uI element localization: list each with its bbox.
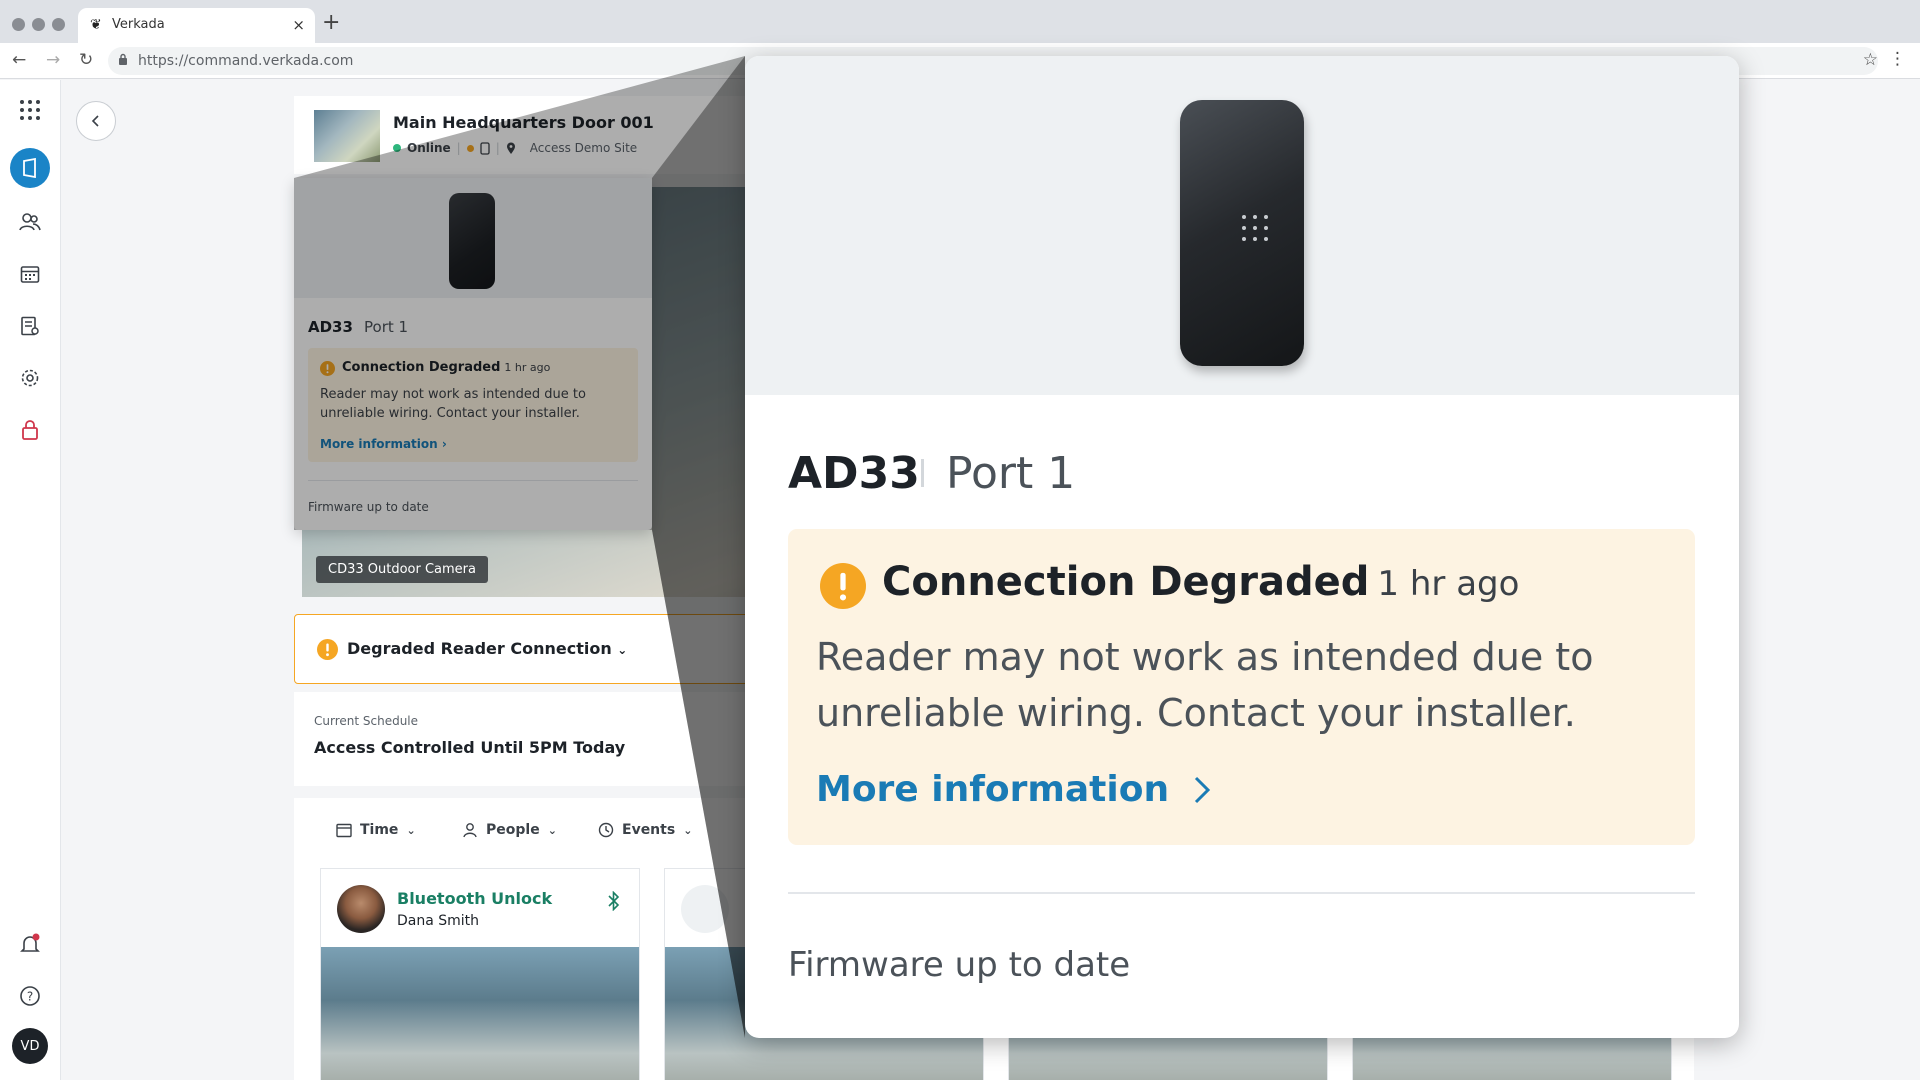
camera-label[interactable]: CD33 Outdoor Camera — [316, 556, 488, 583]
events-clock-icon — [598, 822, 614, 838]
reader-device-image — [449, 193, 495, 289]
user-avatar[interactable]: VD — [12, 1028, 48, 1064]
firmware-status: Firmware up to date — [308, 500, 429, 514]
more-information-link[interactable]: More information — [816, 769, 1211, 810]
apps-grid-icon[interactable] — [14, 94, 46, 126]
url-text: https://command.verkada.com — [138, 53, 354, 69]
firmware-status: Firmware up to date — [788, 945, 1131, 985]
tab-title: Verkada — [112, 17, 165, 32]
access-door-icon[interactable] — [10, 148, 50, 188]
chevron-right-icon — [1195, 776, 1211, 803]
event-person: Dana Smith — [397, 913, 480, 929]
help-icon[interactable]: ? — [14, 980, 46, 1012]
bluetooth-icon — [608, 891, 620, 911]
online-dot-icon — [393, 144, 401, 152]
door-thumbnail[interactable] — [314, 110, 380, 162]
warning-icon — [317, 639, 338, 660]
reader-alert-title: Connection Degraded 1 hr ago — [882, 559, 1520, 605]
door-status-row: Online | | Access Demo Site — [393, 141, 637, 155]
reader-warning-dot-icon — [466, 144, 474, 152]
reader-port: Port 1 — [946, 448, 1076, 499]
schedule-value: Access Controlled Until 5PM Today — [314, 738, 626, 757]
chevron-down-icon: ⌄ — [547, 823, 557, 837]
event-card[interactable]: Bluetooth Unlock Dana Smith — [320, 868, 640, 1080]
more-information-link[interactable]: More information › — [320, 437, 447, 451]
reader-model: AD33 — [788, 448, 920, 499]
divider — [308, 480, 638, 481]
reader-model: AD33 — [308, 318, 353, 336]
events-filter[interactable]: Events ⌄ — [598, 822, 692, 838]
people-icon[interactable] — [14, 206, 46, 238]
bookmark-star-icon[interactable]: ☆ — [1863, 50, 1878, 70]
person-icon — [463, 823, 477, 838]
chevron-down-icon: ⌄ — [683, 823, 693, 837]
person-avatar — [337, 885, 385, 933]
warning-icon — [320, 361, 335, 376]
calendar-icon[interactable] — [14, 258, 46, 290]
location-pin-icon — [506, 142, 515, 154]
reload-icon[interactable]: ↻ — [79, 50, 93, 70]
people-filter[interactable]: People ⌄ — [462, 822, 557, 838]
reader-port: Port 1 — [364, 318, 409, 336]
chevron-down-icon: ⌄ — [617, 643, 628, 657]
new-tab-button[interactable]: + — [322, 10, 340, 35]
events-filter-label: Events — [622, 822, 676, 838]
browser-tab[interactable]: ❦ Verkada × — [78, 8, 315, 43]
door-status: Online — [407, 141, 451, 155]
forward-arrow-icon[interactable]: → — [46, 50, 60, 70]
divider — [788, 892, 1695, 894]
reader-alert: Connection Degraded 1 hr ago Reader may n… — [788, 529, 1695, 845]
calendar-icon — [336, 823, 352, 838]
bell-icon[interactable] — [14, 928, 46, 960]
chevron-down-icon: ⌄ — [406, 823, 416, 837]
door-title: Main Headquarters Door 001 — [393, 113, 654, 132]
svg-text:?: ? — [27, 990, 33, 1004]
browser-tab-bar: ❦ Verkada × + — [0, 0, 1920, 43]
reader-image-area — [294, 178, 652, 298]
back-button[interactable] — [76, 101, 116, 141]
tab-close-icon[interactable]: × — [292, 16, 305, 34]
settings-icon[interactable] — [14, 362, 46, 394]
reports-icon[interactable] — [14, 310, 46, 342]
warning-icon — [820, 563, 866, 609]
schedule-caption: Current Schedule — [314, 714, 419, 728]
time-filter[interactable]: Time ⌄ — [336, 822, 416, 838]
reader-detail-zoom: AD33 Port 1 Connection Degraded 1 hr ago … — [745, 56, 1739, 1038]
event-title: Bluetooth Unlock — [397, 889, 553, 908]
site-name[interactable]: Access Demo Site — [530, 141, 637, 155]
reader-alert: Connection Degraded 1 hr ago Reader may n… — [308, 348, 638, 462]
reader-image-area — [745, 56, 1739, 395]
reader-device-image — [1180, 100, 1304, 366]
time-filter-label: Time — [360, 822, 399, 838]
reader-popover: AD33 Port 1 Connection Degraded 1 hr ago … — [294, 178, 652, 530]
reader-alert-body: Reader may not work as intended due to u… — [816, 635, 1594, 735]
left-nav-rail: ? VD — [0, 80, 61, 1080]
back-arrow-icon[interactable]: ← — [12, 50, 26, 70]
event-snapshot[interactable] — [321, 947, 639, 1080]
window-controls[interactable] — [12, 18, 65, 31]
divider — [921, 459, 924, 487]
chevron-left-icon — [91, 115, 99, 127]
alert-bar-text: Degraded Reader Connection ⌄ — [347, 639, 628, 658]
door-event-icon — [681, 885, 729, 933]
verkada-logo-icon: ❦ — [90, 17, 102, 33]
reader-alert-body: Reader may not work as intended due to u… — [320, 387, 586, 421]
lock-icon — [119, 53, 127, 65]
reader-alert-title: Connection Degraded 1 hr ago — [342, 360, 551, 375]
browser-menu-icon[interactable]: ⋮ — [1889, 49, 1906, 69]
people-filter-label: People — [486, 822, 540, 838]
keypad-dots — [1242, 215, 1268, 251]
reader-device-icon[interactable] — [480, 141, 490, 155]
lock-icon[interactable] — [14, 414, 46, 446]
